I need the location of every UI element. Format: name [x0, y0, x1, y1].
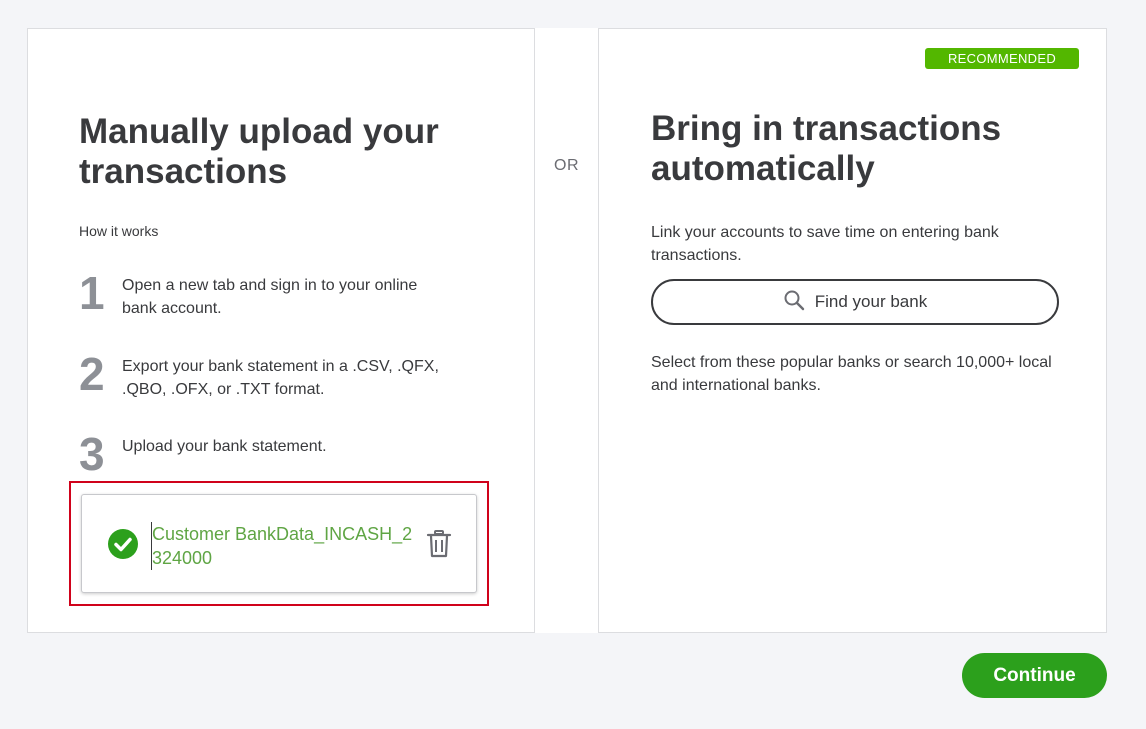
- step-number: 2: [79, 348, 105, 400]
- trash-icon[interactable]: [426, 529, 452, 559]
- manual-upload-title: Manually upload your transactions: [79, 112, 439, 191]
- check-circle-icon: [108, 529, 138, 559]
- step-text: Export your bank statement in a .CSV, .Q…: [122, 358, 439, 398]
- find-your-bank-label: Find your bank: [814, 292, 928, 311]
- manual-upload-card: Manually upload your transactions How it…: [27, 28, 535, 633]
- uploaded-file-name: Customer BankData_INCASH_2324000: [151, 522, 422, 570]
- popular-banks-description: Select from these popular banks or searc…: [651, 354, 1052, 394]
- step-text: Upload your bank statement.: [122, 438, 327, 455]
- or-label: OR: [554, 157, 579, 174]
- link-accounts-description: Link your accounts to save time on enter…: [651, 224, 999, 264]
- continue-button[interactable]: Continue: [962, 653, 1107, 698]
- recommended-badge: RECOMMENDED: [925, 48, 1079, 69]
- automatic-import-title: Bring in transactions automatically: [651, 109, 1002, 188]
- or-divider: OR: [535, 28, 598, 633]
- step-text: Open a new tab and sign in to your onlin…: [122, 277, 418, 317]
- step-number: 1: [79, 267, 105, 319]
- step-number: 3: [79, 428, 105, 480]
- search-icon: [783, 289, 805, 316]
- how-it-works-label: How it works: [79, 223, 159, 239]
- uploaded-file-card: Customer BankData_INCASH_2324000: [81, 494, 477, 593]
- find-your-bank-button[interactable]: Find your bank: [651, 279, 1059, 325]
- automatic-import-card: RECOMMENDED Bring in transactions automa…: [598, 28, 1107, 633]
